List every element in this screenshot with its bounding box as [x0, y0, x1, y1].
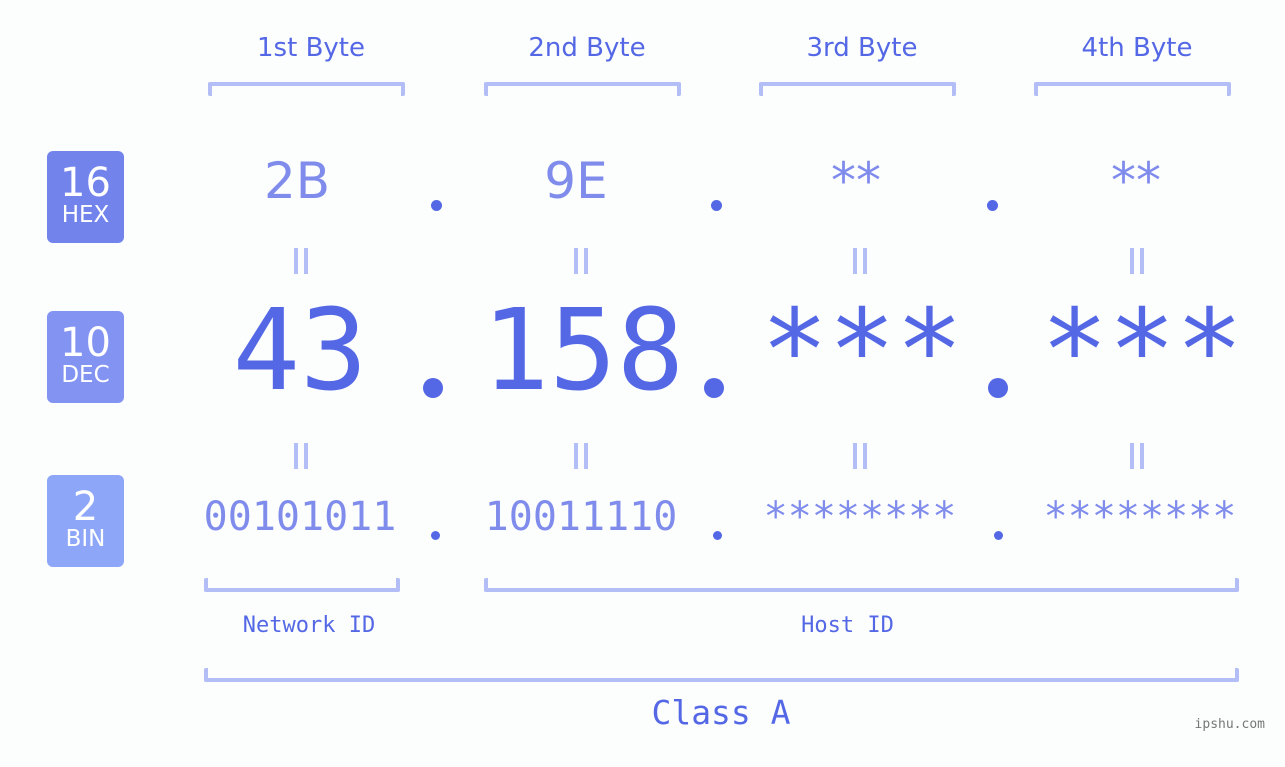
dec-octet-3: *** [760, 286, 964, 416]
bin-separator-dot [713, 531, 722, 540]
equals-icon [1128, 248, 1144, 274]
host-id-bracket [484, 578, 1239, 592]
bin-octet-1: 00101011 [203, 494, 397, 540]
network-id-bracket [204, 578, 400, 592]
equals-icon [851, 248, 867, 274]
hex-octet-1: 2B [263, 152, 331, 210]
hex-badge-number: 16 [60, 160, 111, 206]
hex-separator-dot [987, 200, 998, 211]
class-label: Class A [651, 693, 791, 732]
hex-octet-3: ** [831, 152, 881, 210]
equals-icon [292, 248, 308, 274]
hex-octet-4: ** [1111, 152, 1161, 210]
equals-icon [572, 443, 588, 469]
equals-icon [851, 443, 867, 469]
bin-badge-number: 2 [72, 484, 99, 530]
bin-separator-dot [431, 531, 440, 540]
byte-header-1: 1st Byte [257, 33, 365, 63]
equals-icon [572, 248, 588, 274]
dec-badge-number: 10 [60, 320, 111, 366]
hex-octet-2: 9E [544, 152, 608, 210]
dec-separator-dot [988, 378, 1008, 398]
dec-badge-label: DEC [61, 362, 110, 388]
equals-icon [1128, 443, 1144, 469]
dec-separator-dot [423, 378, 443, 398]
bin-badge: 2 BIN [47, 475, 124, 567]
watermark: ipshu.com [1194, 717, 1265, 732]
byte-bracket-3 [759, 82, 956, 96]
bin-octet-3: ******** [763, 494, 957, 540]
hex-separator-dot [711, 200, 722, 211]
hex-badge: 16 HEX [47, 151, 124, 243]
host-id-label: Host ID [801, 613, 894, 638]
byte-header-2: 2nd Byte [528, 33, 646, 63]
dec-badge: 10 DEC [47, 311, 124, 403]
dec-octet-2: 158 [481, 286, 685, 416]
byte-bracket-1 [208, 82, 405, 96]
bin-octet-2: 10011110 [484, 494, 678, 540]
byte-header-4: 4th Byte [1081, 33, 1193, 63]
dec-octet-1: 43 [232, 286, 368, 416]
bin-octet-4: ******** [1043, 494, 1237, 540]
hex-separator-dot [431, 200, 442, 211]
bin-badge-label: BIN [65, 526, 106, 552]
byte-bracket-4 [1034, 82, 1231, 96]
bin-separator-dot [994, 531, 1003, 540]
byte-header-3: 3rd Byte [806, 33, 918, 63]
byte-bracket-2 [484, 82, 681, 96]
hex-badge-label: HEX [61, 202, 110, 228]
dec-octet-4: *** [1040, 286, 1244, 416]
class-bracket [204, 668, 1239, 682]
equals-icon [292, 443, 308, 469]
network-id-label: Network ID [242, 613, 376, 638]
dec-separator-dot [704, 378, 724, 398]
